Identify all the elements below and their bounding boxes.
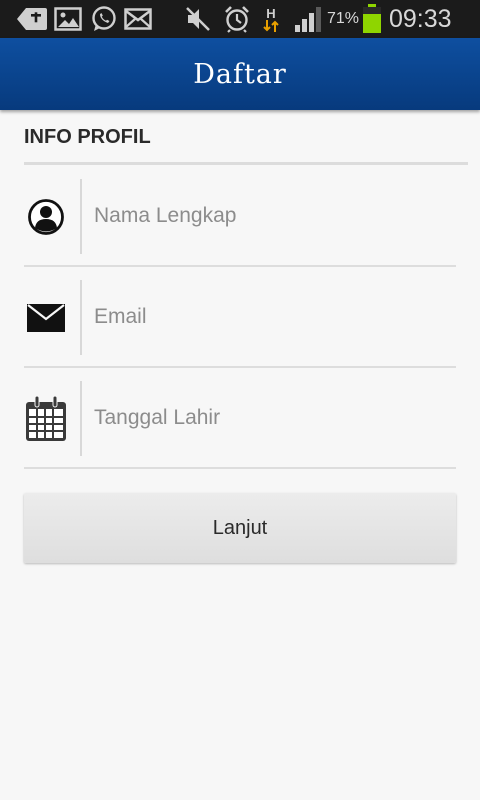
- person-icon: [24, 166, 68, 267]
- email-input[interactable]: [94, 293, 444, 341]
- section-header: INFO PROFIL: [24, 126, 151, 148]
- mute-icon: [184, 0, 212, 38]
- add-icon: [16, 0, 48, 38]
- whatsapp-icon: [89, 0, 119, 38]
- battery-icon: [361, 0, 383, 38]
- battery-percent: 71%: [327, 10, 360, 27]
- action-bar: Daftar: [0, 38, 480, 110]
- birth-date-row: [24, 368, 456, 469]
- mail-icon: [124, 0, 152, 38]
- network-type-label: H: [266, 5, 276, 21]
- network-h-icon: H: [260, 0, 282, 38]
- status-clock: 09:33: [389, 4, 452, 33]
- section-divider: [24, 162, 468, 165]
- status-bar: H 71% 09:33: [0, 0, 480, 38]
- alarm-icon: [222, 0, 252, 38]
- next-button[interactable]: Lanjut: [24, 493, 456, 563]
- full-name-input[interactable]: [94, 192, 444, 240]
- birth-date-input[interactable]: [94, 394, 444, 442]
- row-separator: [80, 381, 82, 456]
- calendar-icon: [24, 368, 68, 469]
- email-row: [24, 267, 456, 368]
- signal-icon: [292, 0, 326, 38]
- row-divider: [24, 467, 456, 469]
- full-name-row: [24, 166, 456, 267]
- envelope-icon: [24, 267, 68, 368]
- row-separator: [80, 179, 82, 254]
- row-separator: [80, 280, 82, 355]
- page-title: Daftar: [193, 58, 287, 90]
- image-icon: [53, 0, 83, 38]
